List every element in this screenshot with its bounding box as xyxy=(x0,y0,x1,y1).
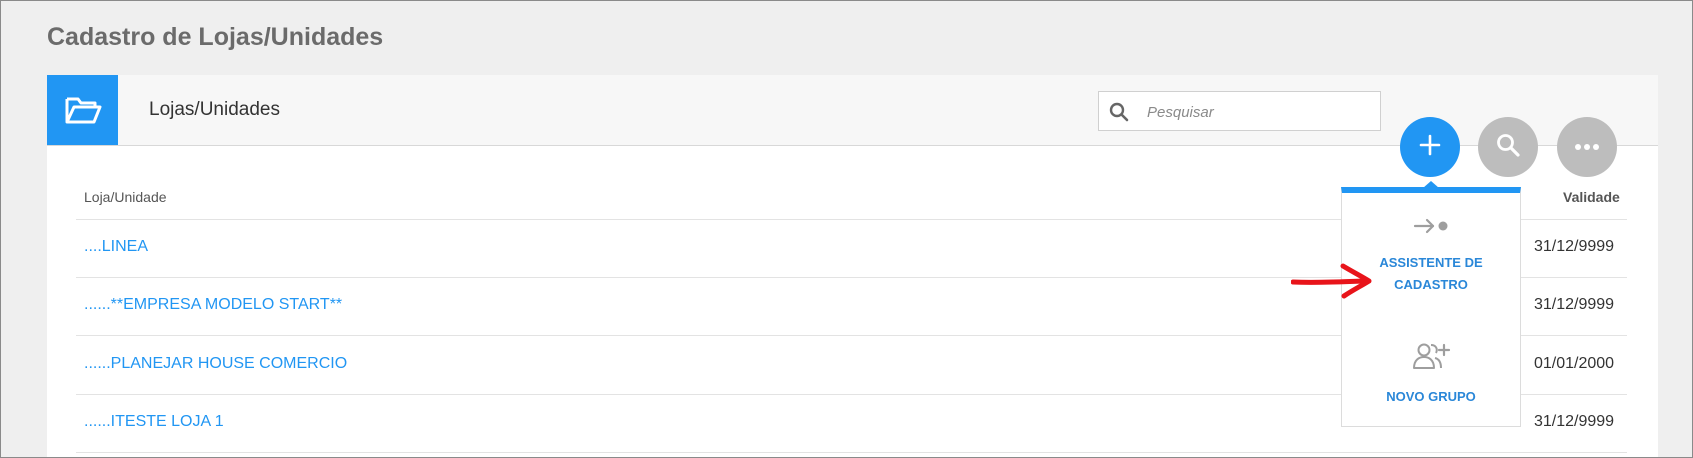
add-dropdown-menu: ASSISTENTE DE CADASTRO NOVO GRUPO xyxy=(1341,187,1521,427)
table-row-link[interactable]: ....LINEA xyxy=(84,238,148,256)
folder-open-icon xyxy=(47,75,118,145)
add-group-icon xyxy=(1342,341,1520,376)
table-row-link[interactable]: ......ITESTE LOJA 1 xyxy=(84,413,224,431)
table-row-validade: 31/12/9999 xyxy=(1534,413,1615,430)
more-options-button[interactable] xyxy=(1557,117,1617,177)
arrow-dot-icon xyxy=(1342,217,1520,240)
table-row-validade: 31/12/9999 xyxy=(1534,296,1615,313)
column-header-loja[interactable]: Loja/Unidade xyxy=(84,189,167,205)
plus-icon xyxy=(1418,133,1442,162)
column-header-validade[interactable]: Validade xyxy=(1563,189,1620,205)
menu-item-novo-grupo[interactable]: NOVO GRUPO xyxy=(1342,341,1520,408)
search-button[interactable] xyxy=(1478,117,1538,177)
app-frame: Cadastro de Lojas/Unidades Lojas/Unidade… xyxy=(0,0,1693,458)
table-row-link[interactable]: ......**EMPRESA MODELO START** xyxy=(84,296,342,314)
page-title: Cadastro de Lojas/Unidades xyxy=(47,23,384,51)
table-row-validade: 31/12/9999 xyxy=(1534,238,1615,255)
search-icon xyxy=(1109,102,1129,127)
search-input[interactable] xyxy=(1145,99,1369,125)
panel-title: Lojas/Unidades xyxy=(149,99,280,120)
add-button[interactable] xyxy=(1400,117,1460,177)
table-row-validade: 01/01/2000 xyxy=(1534,355,1615,372)
annotation-arrow-icon xyxy=(1290,263,1373,304)
search-field[interactable] xyxy=(1098,91,1381,131)
search-icon xyxy=(1495,132,1521,163)
menu-item-label: NOVO GRUPO xyxy=(1386,389,1476,404)
more-horizontal-icon xyxy=(1574,138,1600,156)
row-divider xyxy=(76,452,1627,453)
table-row-link[interactable]: ......PLANEJAR HOUSE COMERCIO xyxy=(84,355,347,373)
